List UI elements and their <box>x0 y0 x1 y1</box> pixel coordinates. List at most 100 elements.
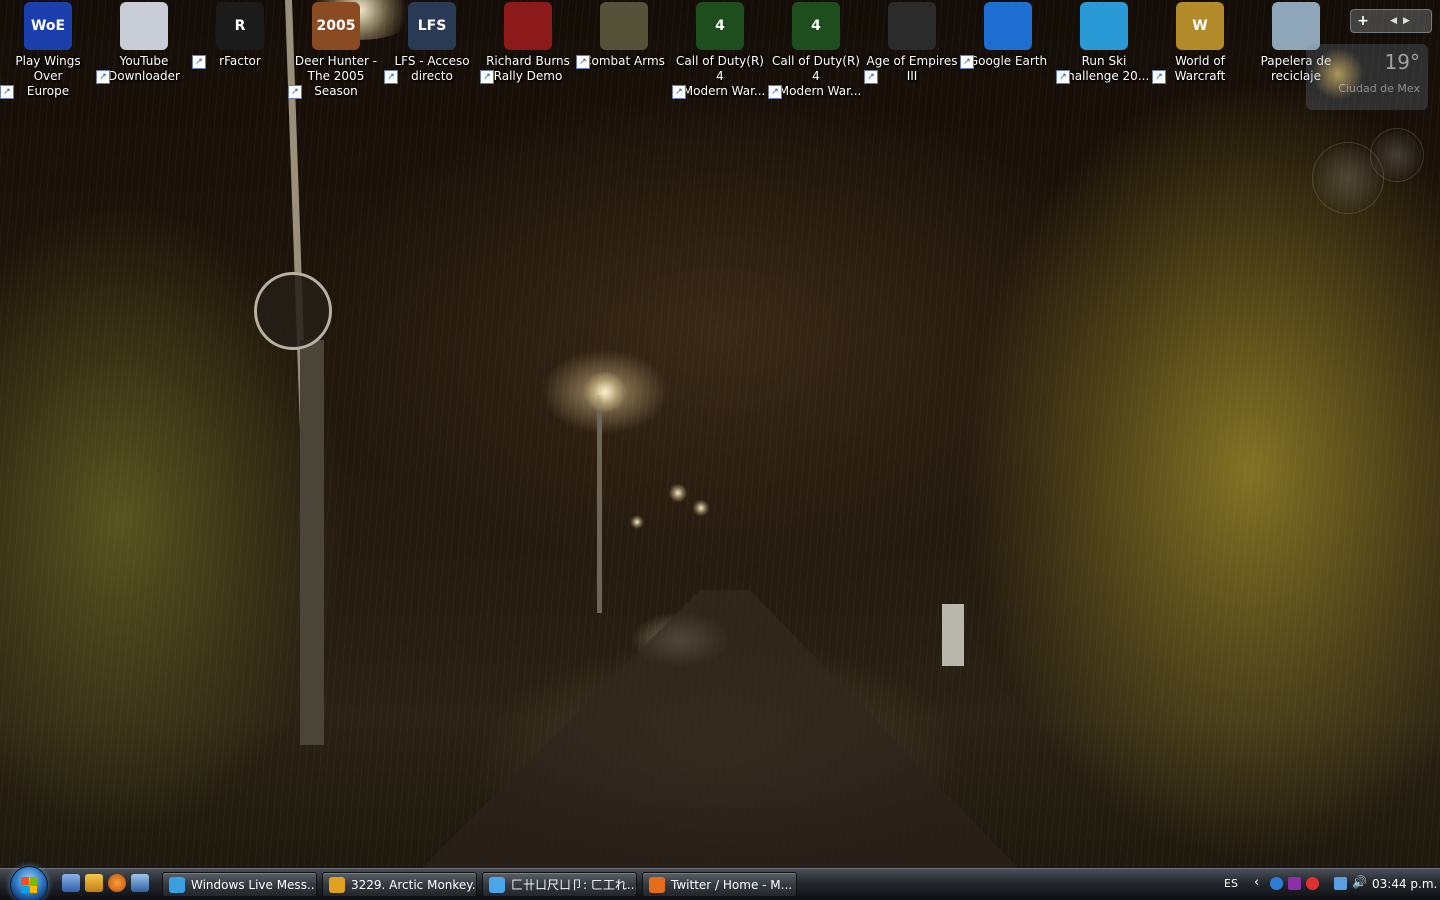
shortcut-arrow-icon: ↗ <box>384 70 398 84</box>
wallpaper-far-lamp-pole <box>597 395 602 613</box>
desktop-icon[interactable]: ↗ Richard Burns Rally Demo <box>480 2 576 84</box>
wow-icon: W <box>1176 2 1224 50</box>
taskbar-button[interactable]: Twitter / Home - M... <box>642 872 797 897</box>
wallpaper-road <box>0 0 1440 900</box>
youtube-downloader-icon <box>120 2 168 50</box>
desktop-icon[interactable]: 4 ↗Call of Duty(R) 4 - Modern War... <box>672 2 768 99</box>
shortcut-arrow-icon: ↗ <box>576 55 590 69</box>
firefox-quicklaunch-icon[interactable] <box>108 874 126 892</box>
desktop-icon-label: Age of Empires III <box>866 54 958 83</box>
weather-location: Ciudad de Mex <box>1338 82 1420 95</box>
desktop-icon-label: Call of Duty(R) 4 - Modern War... <box>771 54 862 98</box>
desktop-icon[interactable]: 2005 ↗ Deer Hunter - The 2005 Season <box>288 2 384 99</box>
network-icon[interactable] <box>1334 877 1347 890</box>
shortcut-arrow-icon: ↗ <box>288 85 302 99</box>
cod4-icon: 4 <box>696 2 744 50</box>
desktop-icon[interactable]: ↗ Google Earth <box>960 2 1056 69</box>
rally-helmet-icon <box>504 2 552 50</box>
desktop-icon-label: Richard Burns Rally Demo <box>486 54 570 83</box>
desktop-icon-label: Call of Duty(R) 4 - Modern War... <box>675 54 766 98</box>
desktop-icon[interactable]: 4 ↗Call of Duty(R) 4 - Modern War... <box>768 2 864 99</box>
language-indicator[interactable]: ES <box>1224 877 1238 890</box>
rfactor-icon: R <box>216 2 264 50</box>
cod4-icon: 4 <box>792 2 840 50</box>
tray-star-icon[interactable] <box>1270 877 1283 890</box>
messenger-icon <box>169 876 185 893</box>
taskbar-button-label: 匚卄ㄩ尺ㄩ卩: ㄈ工れ... <box>511 878 637 892</box>
ski-challenge-icon <box>1080 2 1128 50</box>
wallpaper-lamp-glow <box>668 484 688 502</box>
deer-hunter-icon: 2005 <box>312 2 360 50</box>
shortcut-arrow-icon: ↗ <box>0 85 14 99</box>
gadget-nav-arrows-icon[interactable]: ◀▶ <box>1375 16 1431 26</box>
desktop[interactable]: WoE ↗ Play Wings Over Europe ↗ YouTube Downl… <box>0 0 1440 900</box>
taskbar-button-label: Windows Live Mess... <box>191 877 317 892</box>
desktop-icon-label: LFS - Acceso directo <box>394 54 470 83</box>
desktop-icon[interactable]: WoE ↗ Play Wings Over Europe <box>0 2 96 99</box>
switch-windows-icon[interactable] <box>131 874 149 892</box>
taskbar-button-label: Twitter / Home - M... <box>671 877 793 892</box>
wallpaper-lamp-glow <box>630 515 644 529</box>
show-hidden-icons-icon[interactable]: ‹ <box>1254 875 1259 890</box>
desktop-icon[interactable]: LFS ↗ LFS - Acceso directo <box>384 2 480 84</box>
desktop-icon[interactable]: ↗ Age of Empires III <box>864 2 960 84</box>
desktop-icon-label: rFactor <box>219 54 261 68</box>
shortcut-arrow-icon: ↗ <box>864 70 878 84</box>
woe-icon: WoE <box>24 2 72 50</box>
wallpaper-marker-post <box>942 604 964 666</box>
desktop-icon[interactable]: ↗ Run Ski Challenge 20... <box>1056 2 1152 84</box>
desktop-icon-label: Combat Arms <box>583 54 665 68</box>
weather-gadget[interactable]: 19° Ciudad de Mex <box>1306 44 1428 110</box>
desktop-icon-label: Play Wings Over Europe <box>15 54 81 98</box>
lfs-icon: LFS <box>408 2 456 50</box>
taskbar-button-label: 3229. Arctic Monkey... <box>351 877 477 892</box>
quick-launch <box>62 874 149 896</box>
aoe3-icon <box>888 2 936 50</box>
recycle-bin-icon <box>1272 2 1320 50</box>
shortcut-arrow-icon: ↗ <box>960 55 974 69</box>
google-earth-icon <box>984 2 1032 50</box>
weather-temperature: 19° <box>1384 50 1420 74</box>
messenger-chat-icon <box>489 876 505 893</box>
desktop-icon-label: Deer Hunter - The 2005 Season <box>294 54 378 98</box>
wallpaper-lamp-glow <box>692 500 710 516</box>
tray-app-icon[interactable] <box>1288 877 1301 890</box>
clock[interactable]: 03:44 p.m. <box>1372 877 1437 891</box>
add-gadget-button[interactable]: + <box>1351 13 1375 29</box>
desktop-icon-label: World of Warcraft <box>1174 54 1226 83</box>
wallpaper-lamp-glow <box>582 372 628 412</box>
memory-dial-icon <box>1370 128 1424 182</box>
combat-arms-icon <box>600 2 648 50</box>
wallpaper-road-sign <box>254 272 332 350</box>
shortcut-arrow-icon: ↗ <box>672 85 686 99</box>
shortcut-arrow-icon: ↗ <box>1056 70 1070 84</box>
tray-antivirus-icon[interactable] <box>1306 877 1319 890</box>
desktop-icon[interactable]: ↗ YouTube Downloader <box>96 2 192 84</box>
shortcut-arrow-icon: ↗ <box>768 85 782 99</box>
winamp-quicklaunch-icon[interactable] <box>85 874 103 892</box>
taskbar-button[interactable]: 匚卄ㄩ尺ㄩ卩: ㄈ工れ... <box>482 872 637 897</box>
taskbar-button[interactable]: 3229. Arctic Monkey... <box>322 872 477 897</box>
winamp-icon <box>329 876 345 893</box>
volume-icon[interactable]: 🔊 <box>1352 875 1367 889</box>
start-button[interactable] <box>10 866 48 900</box>
system-tray: ES ‹ 🔊 03:44 p.m. <box>1218 872 1440 897</box>
desktop-icon[interactable]: R ↗ rFactor <box>192 2 288 69</box>
cpu-meter-gadget[interactable] <box>1312 128 1426 214</box>
shortcut-arrow-icon: ↗ <box>96 70 110 84</box>
desktop-icon-label: Google Earth <box>968 54 1048 68</box>
shortcut-arrow-icon: ↗ <box>480 70 494 84</box>
firefox-icon <box>649 876 665 893</box>
wallpaper-sign-pole <box>300 340 324 745</box>
sidebar-controls[interactable]: + ◀▶ <box>1350 9 1432 33</box>
windows-logo-icon <box>21 877 37 893</box>
wallpaper-rain <box>0 0 1440 900</box>
taskbar-button[interactable]: Windows Live Mess... <box>162 872 317 897</box>
show-desktop-icon[interactable] <box>62 874 80 892</box>
desktop-icon-label: Run Ski Challenge 20... <box>1058 54 1150 83</box>
desktop-icon[interactable]: ↗ Combat Arms <box>576 2 672 69</box>
desktop-icon[interactable]: W ↗ World of Warcraft <box>1152 2 1248 84</box>
desktop-icons: WoE ↗ Play Wings Over Europe ↗ YouTube Downl… <box>0 0 1360 99</box>
desktop-icon-label: YouTube Downloader <box>108 54 180 83</box>
shortcut-arrow-icon: ↗ <box>1152 70 1166 84</box>
